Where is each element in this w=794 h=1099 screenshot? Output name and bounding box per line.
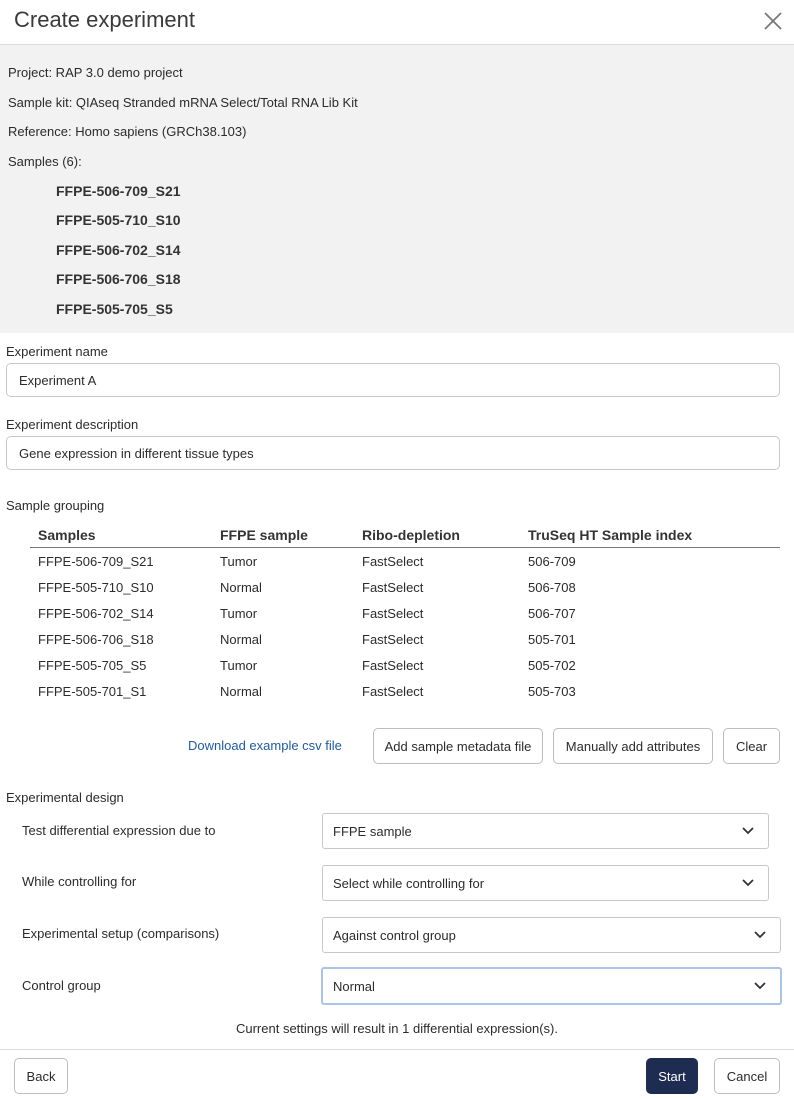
experimental-design-label: Experimental design bbox=[6, 790, 124, 805]
summary-sample: FFPE-506-709_S21 bbox=[56, 183, 181, 199]
cell-sample: FFPE-506-709_S21 bbox=[38, 554, 154, 569]
dialog-header: Create experiment bbox=[0, 0, 794, 45]
controlling-for-value: Select while controlling for bbox=[333, 876, 485, 891]
cell-sample: FFPE-506-706_S18 bbox=[38, 632, 154, 647]
experiment-name-label: Experiment name bbox=[6, 344, 108, 359]
dialog-title: Create experiment bbox=[14, 7, 195, 32]
cell-ffpe-sample: Tumor bbox=[220, 554, 258, 569]
control-group-label: Control group bbox=[22, 978, 101, 993]
manually-add-attributes-button[interactable]: Manually add attributes bbox=[553, 728, 713, 764]
summary-sample: FFPE-506-702_S14 bbox=[56, 242, 181, 258]
cell-sample: FFPE-506-702_S14 bbox=[38, 606, 154, 621]
cell-sample: FFPE-505-710_S10 bbox=[38, 580, 154, 595]
samples-count-label: Samples (6): bbox=[8, 154, 82, 169]
start-button[interactable]: Start bbox=[646, 1058, 698, 1094]
test-differential-select[interactable]: FFPE sample bbox=[322, 813, 769, 849]
cell-truseq-index: 505-702 bbox=[528, 658, 576, 673]
back-button[interactable]: Back bbox=[14, 1058, 68, 1094]
cell-ribo-depletion: FastSelect bbox=[362, 658, 424, 673]
cell-ribo-depletion: FastSelect bbox=[362, 554, 424, 569]
summary-sample: FFPE-505-710_S10 bbox=[56, 212, 181, 228]
summary-sample: FFPE-506-706_S18 bbox=[56, 271, 181, 287]
cell-truseq-index: 506-709 bbox=[528, 554, 576, 569]
test-differential-value: FFPE sample bbox=[333, 824, 412, 839]
chevron-down-icon bbox=[742, 879, 754, 887]
cell-ffpe-sample: Normal bbox=[220, 684, 262, 699]
experiment-description-input[interactable] bbox=[6, 436, 780, 470]
sample-kit-info: Sample kit: QIAseq Stranded mRNA Select/… bbox=[8, 95, 358, 110]
controlling-for-label: While controlling for bbox=[22, 874, 137, 889]
clear-button[interactable]: Clear bbox=[723, 728, 780, 764]
result-message: Current settings will result in 1 differ… bbox=[235, 1021, 558, 1036]
chevron-down-icon bbox=[754, 982, 766, 990]
control-group-value: Normal bbox=[333, 979, 375, 994]
cell-sample: FFPE-505-705_S5 bbox=[38, 658, 147, 673]
cell-ffpe-sample: Normal bbox=[220, 580, 262, 595]
chevron-down-icon bbox=[754, 931, 766, 939]
cell-ffpe-sample: Tumor bbox=[220, 658, 258, 673]
table-header-divider bbox=[30, 547, 780, 548]
close-icon[interactable] bbox=[762, 10, 784, 32]
cell-ribo-depletion: FastSelect bbox=[362, 580, 424, 595]
footer-divider bbox=[0, 1049, 794, 1050]
cell-truseq-index: 505-701 bbox=[528, 632, 576, 647]
cell-truseq-index: 506-708 bbox=[528, 580, 576, 595]
cell-truseq-index: 505-703 bbox=[528, 684, 576, 699]
cell-ribo-depletion: FastSelect bbox=[362, 606, 424, 621]
column-header-samples[interactable]: Samples bbox=[38, 527, 96, 543]
summary-sample: FFPE-505-705_S5 bbox=[56, 301, 173, 317]
experimental-setup-value: Against control group bbox=[333, 928, 456, 943]
controlling-for-select[interactable]: Select while controlling for bbox=[322, 865, 769, 901]
cell-sample: FFPE-505-701_S1 bbox=[38, 684, 147, 699]
project-info: Project: RAP 3.0 demo project bbox=[8, 65, 183, 80]
column-header-ffpe-sample[interactable]: FFPE sample bbox=[220, 527, 308, 543]
cancel-button[interactable]: Cancel bbox=[714, 1058, 780, 1094]
cell-truseq-index: 506-707 bbox=[528, 606, 576, 621]
control-group-select[interactable]: Normal bbox=[321, 967, 782, 1005]
cell-ffpe-sample: Tumor bbox=[220, 606, 258, 621]
cell-ribo-depletion: FastSelect bbox=[362, 632, 424, 647]
reference-info: Reference: Homo sapiens (GRCh38.103) bbox=[8, 124, 247, 139]
column-header-ribo-depletion[interactable]: Ribo-depletion bbox=[362, 527, 460, 543]
download-example-csv-link[interactable]: Download example csv file bbox=[188, 738, 342, 753]
experimental-setup-select[interactable]: Against control group bbox=[322, 917, 781, 953]
column-header-truseq-index[interactable]: TruSeq HT Sample index bbox=[528, 527, 692, 543]
experiment-summary: Project: RAP 3.0 demo project Sample kit… bbox=[0, 45, 794, 333]
chevron-down-icon bbox=[742, 827, 754, 835]
sample-grouping-label: Sample grouping bbox=[6, 498, 105, 513]
experimental-setup-label: Experimental setup (comparisons) bbox=[22, 926, 220, 941]
test-differential-label: Test differential expression due to bbox=[22, 823, 216, 838]
cell-ribo-depletion: FastSelect bbox=[362, 684, 424, 699]
add-sample-metadata-button[interactable]: Add sample metadata file bbox=[373, 728, 543, 764]
experiment-name-input[interactable] bbox=[6, 363, 780, 397]
experiment-description-label: Experiment description bbox=[6, 417, 139, 432]
cell-ffpe-sample: Normal bbox=[220, 632, 262, 647]
